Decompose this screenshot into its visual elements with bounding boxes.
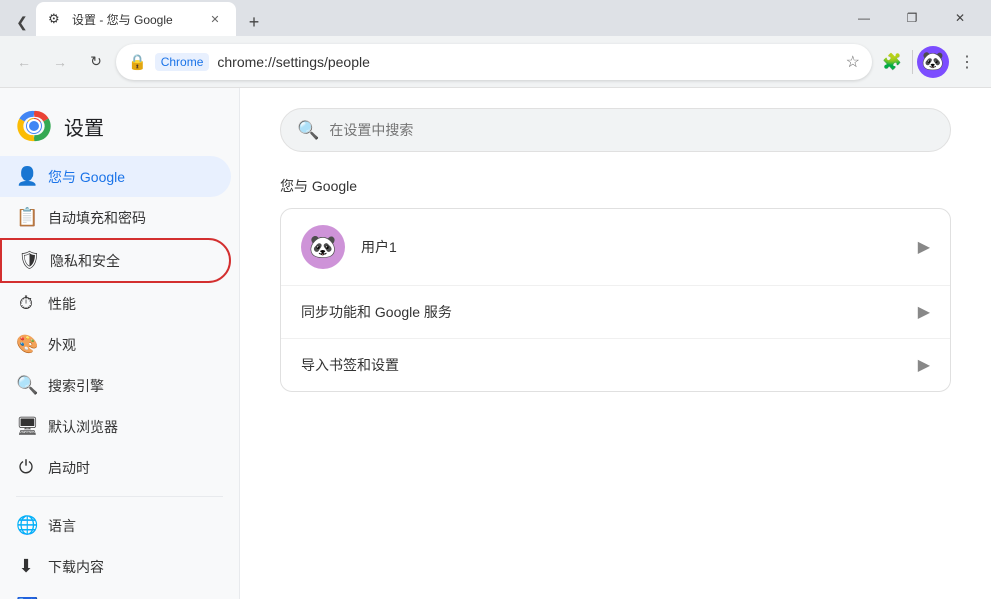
sidebar-item-performance[interactable]: ⏱ 性能	[0, 283, 231, 324]
back-button[interactable]: ←	[8, 46, 40, 78]
sidebar-icon-browser: 🖥	[16, 416, 36, 437]
tab-favicon: ⚙	[48, 11, 64, 27]
sidebar-item-search[interactable]: 🔍 搜索引擎	[0, 365, 231, 406]
menu-button[interactable]: ⋮	[951, 46, 983, 78]
sidebar-icon-privacy: 🛡	[18, 250, 38, 271]
sidebar-icon-autofill: 📋	[16, 207, 36, 228]
tab-close-button[interactable]: ✕	[206, 10, 224, 28]
sidebar-label-autofill: 自动填充和密码	[48, 208, 146, 228]
sidebar-item-download[interactable]: ⬇ 下载内容	[0, 546, 231, 587]
reload-button[interactable]: ↻	[80, 46, 112, 78]
addressbar: ← → ↻ 🔒 Chrome chrome://settings/people …	[0, 36, 991, 88]
sidebar-label-appearance: 外观	[48, 335, 76, 355]
chrome-label: Chrome	[155, 53, 210, 71]
new-tab-button[interactable]: +	[240, 8, 268, 36]
maximize-button[interactable]: ❐	[889, 2, 935, 34]
close-button[interactable]: ✕	[937, 2, 983, 34]
card-item-label-user1: 用户1	[361, 237, 902, 257]
sidebar-icon-startup: ⏻	[16, 457, 36, 478]
minimize-button[interactable]: —	[841, 2, 887, 34]
card-item-arrow-import: ▶	[918, 355, 930, 375]
card-item-user1[interactable]: 🐼 用户1 ▶	[281, 209, 950, 286]
card-item-label-import: 导入书签和设置	[301, 355, 902, 375]
profile-icon: 🐼	[922, 51, 944, 72]
search-icon: 🔍	[297, 120, 319, 141]
url-bar[interactable]: 🔒 Chrome chrome://settings/people ☆	[116, 44, 872, 80]
settings-page-title: 设置	[64, 112, 104, 141]
titlebar: ❮ ⚙ 设置 - 您与 Google ✕ + — ❐ ✕	[0, 0, 991, 36]
active-tab[interactable]: ⚙ 设置 - 您与 Google ✕	[36, 2, 236, 36]
sidebar-divider-2	[16, 496, 223, 497]
sidebar-label-performance: 性能	[48, 294, 76, 314]
tab-bar: ❮ ⚙ 设置 - 您与 Google ✕ +	[0, 0, 841, 36]
profile-button[interactable]: 🐼	[917, 46, 949, 78]
sidebar-item-you-google[interactable]: 👤 您与 Google	[0, 156, 231, 197]
sidebar-label-browser: 默认浏览器	[48, 417, 118, 437]
card-item-import[interactable]: 导入书签和设置 ▶	[281, 339, 950, 391]
sidebar-icon-download: ⬇	[16, 556, 36, 577]
sidebar-header: 设置	[0, 88, 239, 156]
sidebar-icon-performance: ⏱	[16, 293, 36, 314]
sidebar-icon-appearance: 🎨	[16, 334, 36, 355]
card-item-arrow-sync: ▶	[918, 302, 930, 322]
sidebar-item-browser[interactable]: 🖥 默认浏览器	[0, 406, 231, 447]
search-input[interactable]	[329, 122, 934, 138]
sidebar-label-startup: 启动时	[48, 458, 90, 478]
sidebar-item-privacy[interactable]: 🛡 隐私和安全	[0, 238, 231, 283]
sidebar-item-appearance[interactable]: 🎨 外观	[0, 324, 231, 365]
card-item-sync[interactable]: 同步功能和 Google 服务 ▶	[281, 286, 950, 339]
search-box[interactable]: 🔍	[280, 108, 951, 152]
sidebar-item-accessibility[interactable]: ♿无障碍	[0, 587, 231, 599]
card-item-arrow-user1: ▶	[918, 237, 930, 257]
bookmark-icon[interactable]: ☆	[846, 52, 860, 72]
chrome-logo	[16, 108, 52, 144]
section-title: 您与 Google	[280, 176, 951, 196]
sidebar-icon-you-google: 👤	[16, 166, 36, 187]
forward-button[interactable]: →	[44, 46, 76, 78]
toolbar-icons: 🧩 🐼 ⋮	[876, 46, 983, 78]
sidebar-label-you-google: 您与 Google	[48, 167, 125, 187]
sidebar-icon-search: 🔍	[16, 375, 36, 396]
url-security-icon: 🔒	[128, 53, 147, 71]
window-controls: — ❐ ✕	[841, 2, 991, 34]
extensions-button[interactable]: 🧩	[876, 46, 908, 78]
sidebar-label-privacy: 隐私和安全	[50, 251, 120, 271]
url-text: chrome://settings/people	[217, 54, 833, 70]
main-layout: 设置 👤 您与 Google 📋 自动填充和密码 🛡 隐私和安全 ⏱ 性能 🎨 外观 🔍 搜索引擎 🖥 默…	[0, 88, 991, 599]
user-avatar: 🐼	[301, 225, 345, 269]
tab-title: 设置 - 您与 Google	[72, 11, 198, 28]
sidebar-label-language: 语言	[48, 516, 76, 536]
sidebar-label-search: 搜索引擎	[48, 376, 104, 396]
sidebar-icon-language: 🌐	[16, 515, 36, 536]
tab-scroll-button[interactable]: ❮	[8, 8, 36, 36]
sidebar-nav: 👤 您与 Google 📋 自动填充和密码 🛡 隐私和安全 ⏱ 性能 🎨 外观 🔍 搜索引擎 🖥 默认浏览…	[0, 156, 239, 599]
content-area: 🔍 您与 Google 🐼用户1▶同步功能和 Google 服务▶导入书签和设置…	[240, 88, 991, 599]
sidebar-item-autofill[interactable]: 📋 自动填充和密码	[0, 197, 231, 238]
sidebar-item-startup[interactable]: ⏻ 启动时	[0, 447, 231, 488]
settings-card: 🐼 用户1 ▶ 同步功能和 Google 服务 ▶ 导入书签和设置 ▶	[280, 208, 951, 392]
sidebar: 设置 👤 您与 Google 📋 自动填充和密码 🛡 隐私和安全 ⏱ 性能 🎨 外观 🔍 搜索引擎 🖥 默…	[0, 88, 240, 599]
sidebar-label-download: 下载内容	[48, 557, 104, 577]
divider	[912, 50, 913, 74]
card-item-label-sync: 同步功能和 Google 服务	[301, 302, 902, 322]
sidebar-item-language[interactable]: 🌐 语言	[0, 505, 231, 546]
